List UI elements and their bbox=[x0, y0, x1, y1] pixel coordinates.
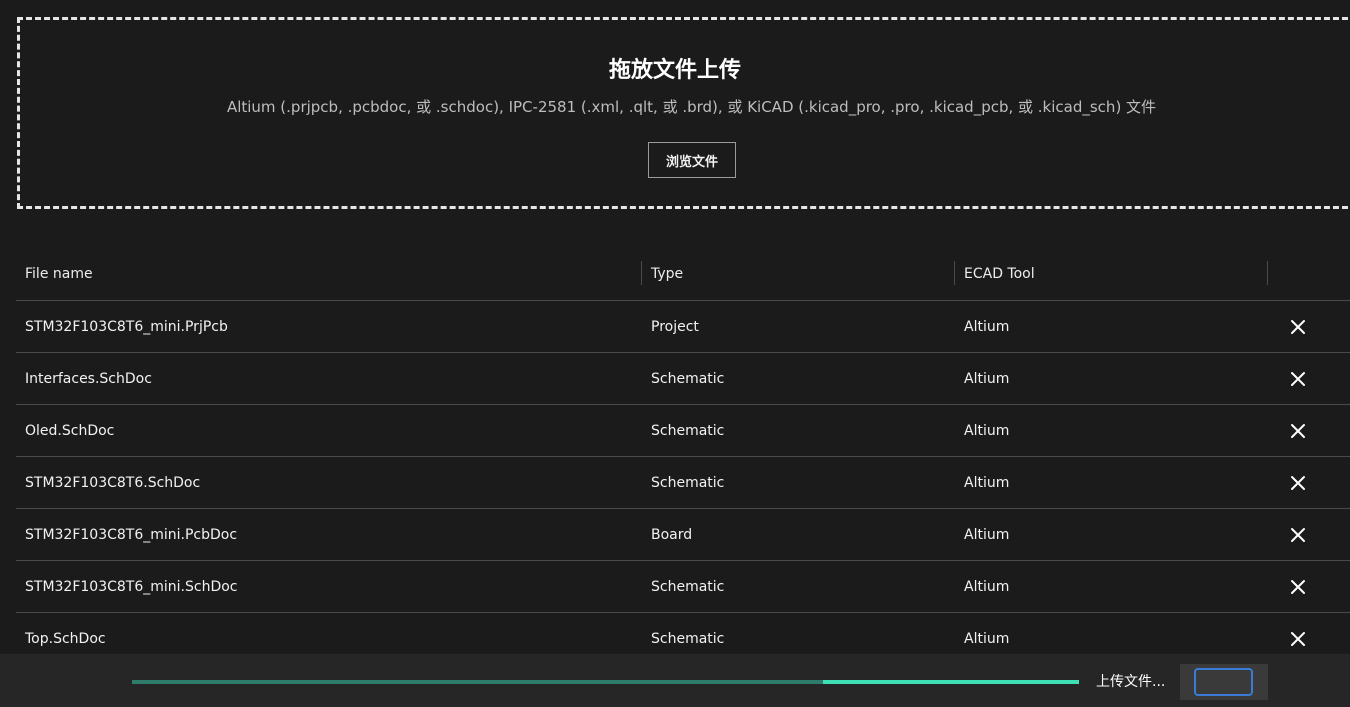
column-divider bbox=[954, 261, 955, 285]
ecad-tool-cell: Altium bbox=[964, 526, 1010, 543]
table-header: File name Type ECAD Tool bbox=[16, 247, 1350, 301]
ecad-tool-cell: Altium bbox=[964, 318, 1010, 335]
table-row: STM32F103C8T6_mini.SchDoc Schematic Altium bbox=[16, 561, 1350, 613]
ecad-tool-cell: Altium bbox=[964, 370, 1010, 387]
close-icon bbox=[1291, 579, 1305, 594]
file-type-cell: Project bbox=[651, 318, 699, 335]
file-name-cell: STM32F103C8T6_mini.PrjPcb bbox=[25, 318, 228, 335]
upload-status-text: 上传文件... bbox=[1096, 673, 1166, 690]
close-icon bbox=[1291, 631, 1305, 646]
file-type-cell: Board bbox=[651, 526, 693, 543]
upload-action-button[interactable] bbox=[1194, 668, 1253, 696]
ecad-tool-cell: Altium bbox=[964, 474, 1010, 491]
remove-file-button[interactable] bbox=[1286, 301, 1310, 352]
file-type-cell: Schematic bbox=[651, 370, 725, 387]
column-header-type: Type bbox=[651, 265, 684, 282]
close-icon bbox=[1291, 423, 1305, 438]
remove-file-button[interactable] bbox=[1286, 509, 1310, 560]
action-button-container bbox=[1180, 664, 1268, 700]
upload-progress-fill bbox=[823, 680, 1079, 684]
file-type-cell: Schematic bbox=[651, 578, 725, 595]
close-icon bbox=[1291, 527, 1305, 542]
file-table: File name Type ECAD Tool STM32F103C8T6_m… bbox=[16, 247, 1350, 665]
file-name-cell: STM32F103C8T6_mini.SchDoc bbox=[25, 578, 238, 595]
browse-files-button[interactable]: 浏览文件 bbox=[648, 142, 736, 178]
file-type-cell: Schematic bbox=[651, 422, 725, 439]
remove-file-button[interactable] bbox=[1286, 353, 1310, 404]
remove-file-button[interactable] bbox=[1286, 405, 1310, 456]
ecad-tool-cell: Altium bbox=[964, 422, 1010, 439]
close-icon bbox=[1291, 371, 1305, 386]
close-icon bbox=[1291, 475, 1305, 490]
file-type-cell: Schematic bbox=[651, 474, 725, 491]
file-name-cell: STM32F103C8T6.SchDoc bbox=[25, 474, 201, 491]
dropzone-title: 拖放文件上传 bbox=[608, 58, 741, 83]
column-divider bbox=[641, 261, 642, 285]
dropzone-supported-formats: Altium (.prjpcb, .pcbdoc, 或 .schdoc), IP… bbox=[226, 98, 1157, 116]
table-row: STM32F103C8T6_mini.PrjPcb Project Altium bbox=[16, 301, 1350, 353]
file-name-cell: Interfaces.SchDoc bbox=[25, 370, 152, 387]
column-divider bbox=[1267, 261, 1268, 285]
remove-file-button[interactable] bbox=[1286, 457, 1310, 508]
table-row: STM32F103C8T6_mini.PcbDoc Board Altium bbox=[16, 509, 1350, 561]
column-header-file-name: File name bbox=[25, 265, 93, 282]
upload-progress-bar bbox=[132, 680, 1079, 684]
column-header-ecad-tool: ECAD Tool bbox=[964, 265, 1035, 282]
table-row: Interfaces.SchDoc Schematic Altium bbox=[16, 353, 1350, 405]
table-row: STM32F103C8T6.SchDoc Schematic Altium bbox=[16, 457, 1350, 509]
file-name-cell: STM32F103C8T6_mini.PcbDoc bbox=[25, 526, 238, 543]
remove-file-button[interactable] bbox=[1286, 561, 1310, 612]
close-icon bbox=[1291, 319, 1305, 334]
file-name-cell: Oled.SchDoc bbox=[25, 422, 115, 439]
upload-footer: 上传文件... bbox=[0, 654, 1350, 707]
table-row: Oled.SchDoc Schematic Altium bbox=[16, 405, 1350, 457]
table-body: STM32F103C8T6_mini.PrjPcb Project Altium In… bbox=[16, 301, 1350, 665]
ecad-tool-cell: Altium bbox=[964, 578, 1010, 595]
